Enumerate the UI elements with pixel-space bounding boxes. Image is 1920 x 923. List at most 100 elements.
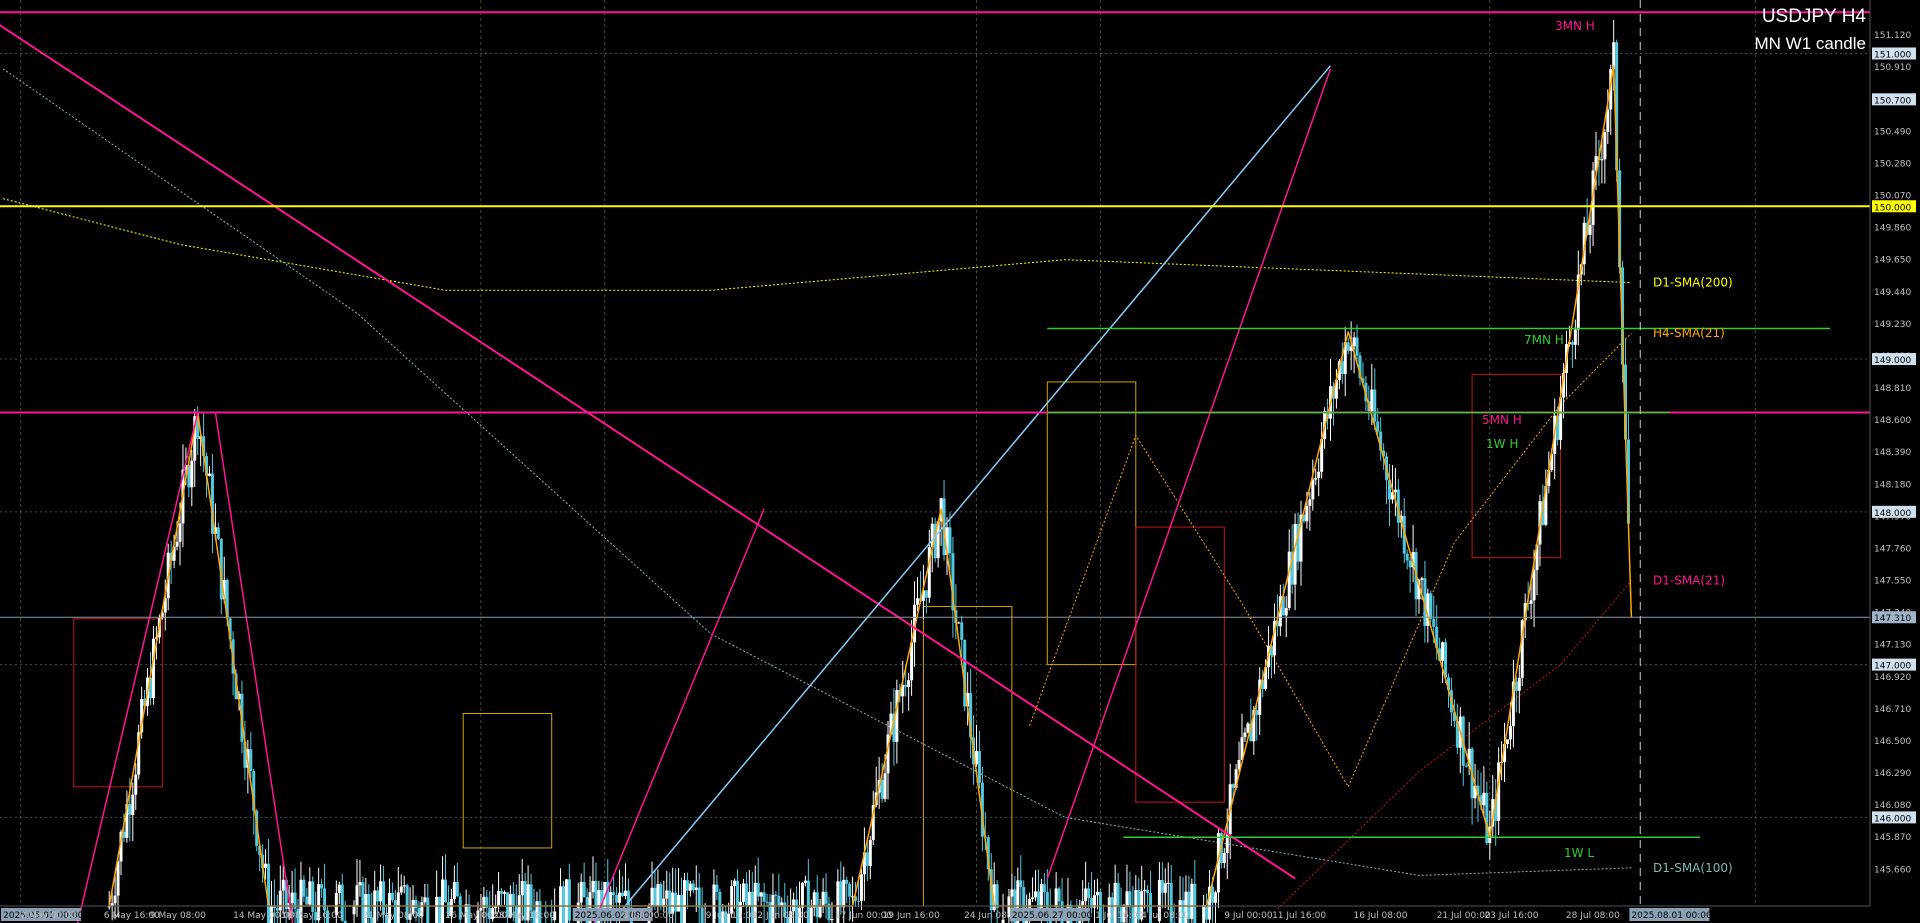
candle-body: [1482, 792, 1486, 806]
price-tick: 146.500: [1874, 737, 1911, 747]
candle-body: [1160, 880, 1164, 893]
candle-body: [1588, 224, 1592, 235]
candle-body: [1570, 342, 1574, 345]
annotation-label: 1W L: [1564, 846, 1594, 860]
candle-body: [1125, 891, 1129, 907]
candle-body: [1311, 479, 1315, 500]
price-tick: 147.130: [1874, 641, 1911, 651]
chart-subtitle: MN W1 candle: [1754, 34, 1866, 53]
zigzag-segment: [196, 412, 270, 907]
candle-body: [358, 882, 362, 886]
price-tick: 150.280: [1874, 159, 1911, 169]
zigzag-segment: [851, 508, 942, 907]
candle-body: [904, 684, 908, 687]
candle-body: [1042, 884, 1046, 892]
candle-body: [113, 895, 117, 904]
candle-body: [957, 622, 961, 624]
candle-body: [520, 881, 524, 896]
time-tick: 28 May 16:00: [493, 911, 555, 921]
candle-body: [830, 919, 834, 921]
time-tick: 1 Jul 16:00: [1095, 911, 1144, 921]
candle-body: [744, 883, 748, 906]
candle-body: [859, 874, 863, 901]
candle-body: [1010, 889, 1014, 897]
price-tag: 146.000: [1874, 814, 1911, 824]
zigzag-segment: [940, 508, 995, 907]
candle-body: [1034, 891, 1037, 898]
candle-body: [337, 884, 341, 894]
candle-body: [612, 892, 616, 896]
candle-body: [883, 773, 887, 799]
chart-grid: [0, 0, 1870, 906]
candles: [107, 19, 1630, 923]
candle-body: [1517, 677, 1521, 691]
candle-body: [700, 907, 704, 923]
time-tick: 21 Jul 00:00: [1437, 911, 1491, 921]
price-axis[interactable]: 151.120 150.910 150.700 150.490 150.280 150.0…: [1869, 0, 1916, 906]
candle-body: [1370, 389, 1374, 411]
candle-body: [842, 879, 846, 908]
candle-body: [402, 885, 406, 887]
candle-body: [765, 901, 769, 903]
candle-body: [880, 779, 884, 799]
candle-body: [1405, 553, 1409, 561]
candle-body: [656, 884, 660, 906]
time-tick: 9 Jun 16:00: [706, 911, 758, 921]
candle-body: [1441, 642, 1445, 661]
candle-body: [762, 892, 766, 902]
indicator-label: D1-SMA(21): [1653, 574, 1725, 588]
candle-body: [916, 598, 919, 605]
annotation-label: 7MN H: [1524, 333, 1564, 347]
candle-body: [1603, 132, 1607, 160]
candle-body: [1432, 618, 1436, 627]
candle-body: [323, 888, 327, 911]
time-tick: 23 Jul 16:00: [1484, 911, 1538, 921]
candle-body: [818, 906, 822, 918]
candle-body: [907, 680, 911, 687]
price-tick: 149.440: [1874, 288, 1911, 298]
candle-body: [591, 880, 595, 893]
price-tick: 146.920: [1874, 673, 1911, 683]
price-tick: 146.710: [1874, 705, 1911, 715]
candle-body: [1532, 570, 1536, 601]
zigzag-segment: [1612, 65, 1633, 618]
candle-body: [685, 880, 689, 891]
candle-body: [1128, 891, 1132, 908]
price-tick: 150.910: [1874, 63, 1911, 73]
price-tick: 148.810: [1874, 384, 1911, 394]
time-tick: 12 Jun 08:00: [752, 911, 809, 921]
candle-body: [674, 892, 678, 912]
range-box: [922, 606, 1013, 907]
candle-body: [290, 892, 294, 904]
candle-body: [438, 896, 442, 923]
indicator-label: D1-SMA(200): [1653, 276, 1733, 290]
candle-body: [190, 460, 194, 488]
candle-body: [615, 895, 619, 903]
candle-body: [178, 523, 182, 542]
candle-body: [1116, 882, 1120, 908]
candle-body: [379, 881, 383, 902]
candle-body: [1352, 337, 1356, 347]
price-tick: 146.290: [1874, 769, 1911, 779]
time-tick: 2 May 00:00: [21, 911, 77, 921]
candle-body: [1143, 889, 1147, 892]
candle-body: [759, 892, 763, 897]
price-chart[interactable]: 3MN H 5MN H 7MN H 1W H 1W L D1-SMA(200) H4-SMA…: [0, 0, 1920, 923]
price-tag: 150.000: [1874, 203, 1911, 213]
candle-body: [691, 883, 695, 890]
price-tick: 145.660: [1874, 865, 1911, 875]
price-tick: 149.860: [1874, 224, 1911, 234]
candle-body: [1529, 600, 1533, 604]
candle-body: [924, 590, 928, 598]
indicator-label: H4-SMA(21): [1653, 326, 1725, 340]
time-tick: 2025.06.27 00:00: [1012, 911, 1093, 921]
candle-body: [1429, 593, 1433, 619]
candle-body: [845, 879, 849, 884]
price-tick: 148.600: [1874, 416, 1911, 426]
time-tick: 4 Jul 08:00: [1141, 911, 1190, 921]
candle-body: [452, 881, 456, 900]
candle-body: [131, 794, 135, 815]
zigzag-segment: [1347, 331, 1491, 838]
candle-body: [730, 886, 734, 914]
candle-body: [399, 886, 403, 893]
